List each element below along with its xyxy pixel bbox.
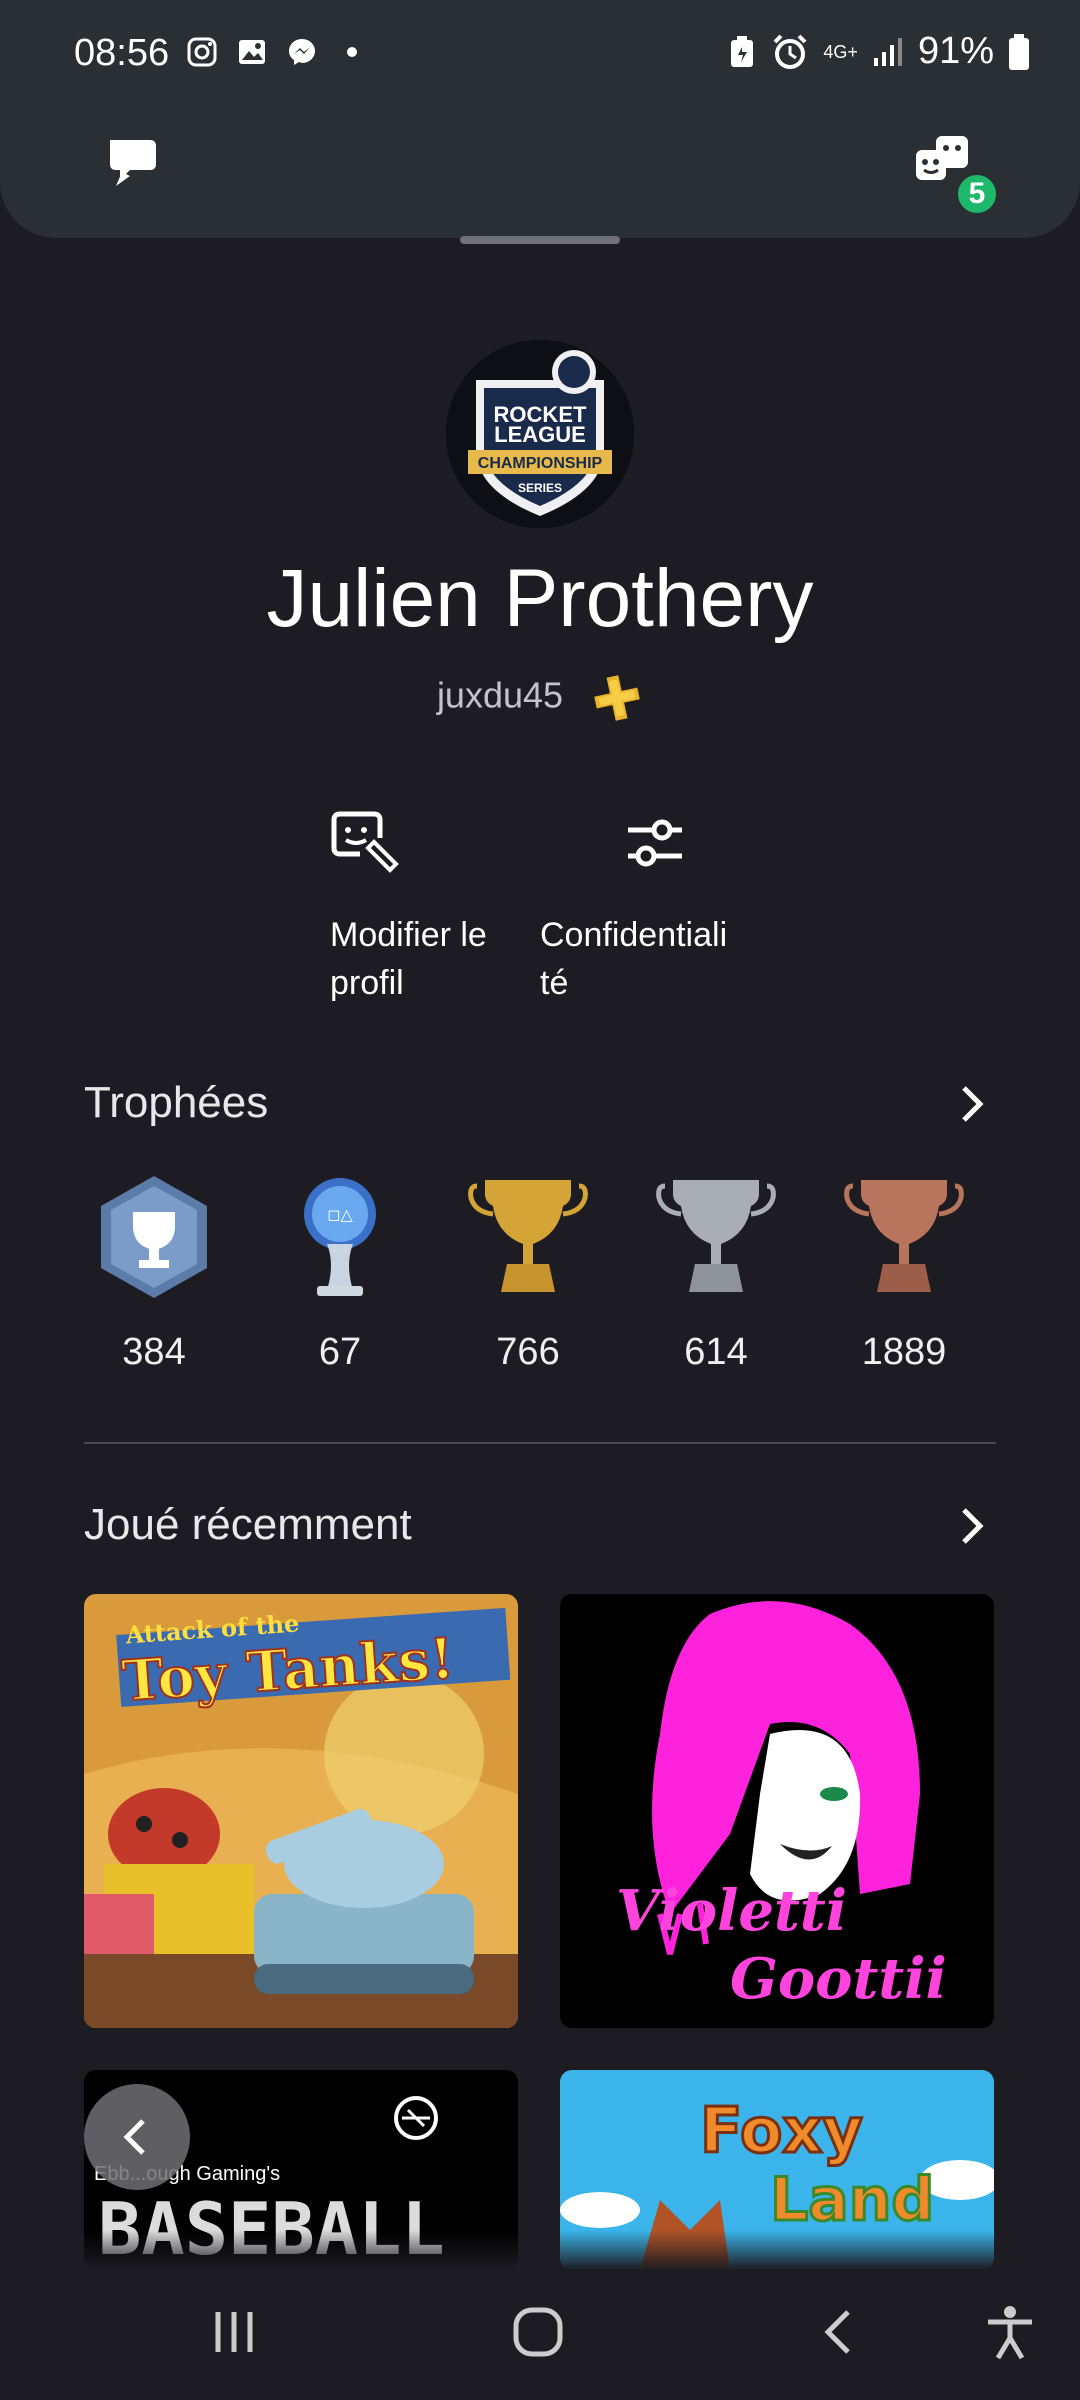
messages-icon[interactable] [100,128,170,198]
content-fade [0,2230,1080,2270]
platinum-trophy-icon: ◻△ [304,1178,376,1296]
gold-trophy-icon [468,1180,588,1292]
ps-plus-icon [594,675,640,721]
system-nav-bar [0,2270,1080,2400]
back-icon[interactable] [810,2302,870,2362]
silver-trophy-icon [656,1180,776,1292]
back-button[interactable] [84,2084,190,2190]
game-art-toy-tanks: Attack of the Toy Tanks! [84,1594,518,2028]
home-icon[interactable] [508,2302,568,2362]
recent-chevron-right-icon[interactable] [950,1504,994,1548]
profile-display-name: Julien Prothery [266,553,814,644]
trophies-title: Trophées [84,1078,269,1127]
trophy-gold-count: 766 [496,1331,560,1373]
chevron-left-icon [123,2119,145,2155]
gallery-icon [239,40,265,64]
violetti-title-top: Violetti [616,1878,847,1944]
svg-text:◻△: ◻△ [327,1207,353,1224]
trophy-bronze-count: 1889 [861,1331,947,1373]
profile-online-id: juxdu45 [436,674,564,716]
status-bar: 08:56 4G+ 91% [0,0,1080,108]
trophy-level: 384 [84,1172,224,1374]
trophy-level-count: 384 [122,1331,186,1373]
privacy-button[interactable]: Confidentiali té [540,808,750,1007]
notification-badge: 5 [955,172,999,216]
trophy-summary[interactable]: 384 ◻△ 67 766 614 1889 [84,1172,996,1392]
trophy-gold: 766 [458,1172,598,1374]
dot-icon [347,47,357,57]
profile-online-id-row: juxdu45 [0,672,1080,724]
alarm-icon [773,34,807,69]
game-tile-toy-tanks[interactable]: Attack of the Toy Tanks! [84,1594,518,2028]
trophy-bronze: 1889 [834,1172,974,1374]
edit-profile-label: Modifier le profil [330,916,487,1002]
accessibility-icon[interactable] [980,2302,1040,2362]
privacy-label: Confidentiali té [540,916,728,1002]
trophy-platinum: ◻△ 67 [270,1172,410,1374]
foxy-title-top: Foxy [700,2094,863,2167]
trophy-silver: 614 [646,1172,786,1374]
signal-icon [873,37,902,66]
recently-played-title: Joué récemment [84,1500,412,1549]
trophy-silver-count: 614 [684,1331,748,1373]
trophy-level-icon [101,1176,207,1298]
foxy-title-main: Land [770,2165,934,2235]
avatar[interactable]: ROCKET LEAGUE CHAMPIONSHIP SERIES [446,340,634,528]
battery-percent: 91% [917,30,994,72]
violetti-title-main: Goottii [730,1946,947,2012]
battery-icon [1009,33,1029,70]
instagram-icon [187,37,217,67]
top-header: 08:56 4G+ 91% 5 [0,0,1080,238]
pull-handle[interactable] [460,236,620,244]
edit-profile-button[interactable]: Modifier le profil [330,808,540,1007]
avatar-text-2: LEAGUE [494,422,586,447]
bronze-trophy-icon [844,1180,964,1292]
edit-profile-icon [331,811,399,873]
avatar-text-3: CHAMPIONSHIP [478,455,603,472]
privacy-settings-icon [628,819,682,867]
section-divider [84,1442,996,1444]
game-art-violetti-goottii: Violetti Goottii [560,1594,994,2028]
trophy-platinum-count: 67 [318,1331,362,1373]
trophies-chevron-right-icon[interactable] [950,1082,994,1126]
game-tile-violetti-goottii[interactable]: Violetti Goottii [560,1594,994,2028]
status-time: 08:56 [74,32,170,74]
battery-saver-icon [731,35,754,67]
avatar-text-4: SERIES [518,481,562,495]
recent-apps-icon[interactable] [204,2302,264,2362]
messenger-icon [289,39,315,65]
network-type: 4G+ [823,41,858,62]
